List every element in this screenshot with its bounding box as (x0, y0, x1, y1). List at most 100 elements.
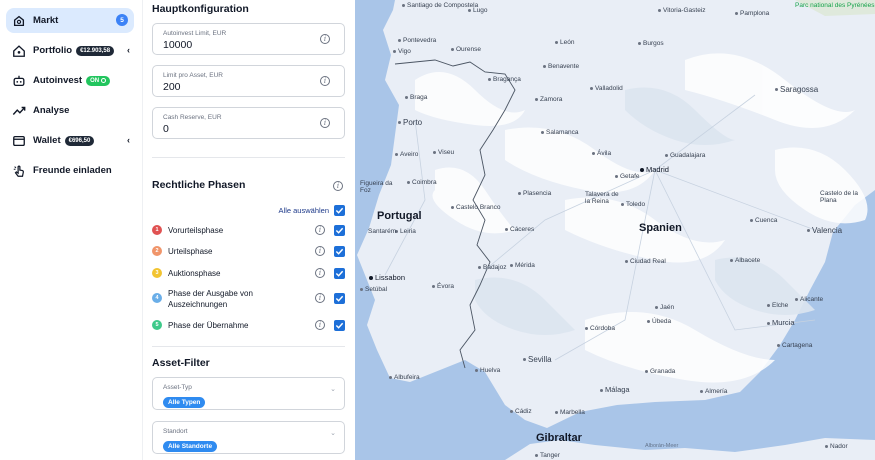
map-label: Santiago de Compostela (402, 2, 478, 9)
chevron-down-icon[interactable]: ⌄ (330, 385, 336, 393)
map-city-label: Gibraltar (536, 432, 582, 444)
nav-item-analyse[interactable]: Analyse (6, 98, 134, 123)
info-icon[interactable]: i (320, 118, 330, 128)
selected-tag[interactable]: Alle Standorte (163, 441, 218, 452)
map-label: Elche (767, 302, 788, 309)
info-icon[interactable]: i (333, 181, 343, 191)
phase-label: Vorurteilsphase (168, 226, 224, 235)
select-all-label[interactable]: Alle auswählen (279, 206, 329, 215)
map-label: Castelo de la Plana (820, 190, 858, 204)
map-label: Badajoz (478, 264, 507, 271)
phase-label: Urteilsphase (168, 247, 213, 256)
selected-tag[interactable]: Alle Typen (163, 397, 206, 408)
map-label: Évora (432, 283, 454, 290)
map-label: Alicante (795, 296, 823, 303)
map-label: Braga (405, 94, 427, 101)
field-value[interactable]: 0 (163, 123, 336, 135)
main-nav: Markt 5 Portfolio €12.903,58 ‹ Autoinves… (0, 0, 142, 460)
map-label: Málaga (600, 385, 630, 394)
phase-number-badge: 4 (152, 293, 162, 303)
map-label: Jaén (655, 304, 674, 311)
asset-type-select[interactable]: Asset-Typ Alle Typen ⌄ (152, 377, 345, 410)
map-label: Almería (700, 388, 727, 395)
phase-checkbox[interactable] (334, 225, 345, 236)
phases-title: Rechtliche Phasen (152, 179, 246, 191)
cash-reserve-field[interactable]: Cash Reserve, EUR 0 i (152, 107, 345, 139)
map-view[interactable]: Parc national des Pyrénées Santiago de C… (355, 0, 875, 460)
autoinvest-status-badge: ON (86, 75, 111, 86)
phase-number-badge: 5 (152, 320, 162, 330)
map-city-label: Lissabon (369, 273, 405, 282)
map-label: Santarém (368, 228, 397, 235)
field-label: Limit pro Asset, EUR (163, 72, 223, 79)
phase-checkbox[interactable] (334, 246, 345, 257)
location-select[interactable]: Standort Alle Standorte ⌄ (152, 421, 345, 454)
phase-number-badge: 1 (152, 225, 162, 235)
phase-number-badge: 2 (152, 246, 162, 256)
limit-per-asset-field[interactable]: Limit pro Asset, EUR 200 i (152, 65, 345, 97)
asset-filter-title: Asset-Filter (152, 357, 210, 369)
field-value[interactable]: 10000 (163, 39, 336, 51)
country-label: Portugal (377, 210, 422, 222)
phase-checkbox[interactable] (334, 268, 345, 279)
map-label: Coimbra (407, 179, 437, 186)
map-label: Bragança (488, 76, 521, 83)
info-icon[interactable]: i (320, 76, 330, 86)
info-icon[interactable]: i (315, 268, 325, 278)
field-label: Autoinvest Limit, EUR (163, 30, 227, 37)
map-label: Castelo Branco (451, 204, 500, 211)
nav-item-freunde-einladen[interactable]: Freunde einladen (6, 158, 134, 183)
map-label: Cuenca (750, 217, 777, 224)
select-label: Standort (163, 428, 188, 435)
info-icon[interactable]: i (320, 34, 330, 44)
nav-item-autoinvest[interactable]: Autoinvest ON (6, 68, 134, 93)
map-label: Viseu (433, 149, 454, 156)
field-value[interactable]: 200 (163, 81, 336, 93)
phase-label: Phase der Ausgabe von Auszeichnungen (168, 289, 253, 309)
phase-label: Auktionsphase (168, 269, 221, 278)
map-label: Úbeda (647, 318, 671, 325)
chevron-left-icon[interactable]: ‹ (127, 45, 130, 55)
select-label: Asset-Typ (163, 384, 192, 391)
divider (152, 346, 345, 347)
map-label: Valencia (807, 226, 842, 235)
map-label: Ciudad Real (625, 258, 666, 265)
select-all-checkbox[interactable] (334, 205, 345, 216)
autoinvest-limit-field[interactable]: Autoinvest Limit, EUR 10000 i (152, 23, 345, 55)
map-label: Ourense (451, 46, 481, 53)
info-icon[interactable]: i (315, 225, 325, 235)
map-label: Marbella (555, 409, 585, 416)
nav-label: Wallet (33, 135, 61, 146)
info-icon[interactable]: i (315, 320, 325, 330)
filter-panel: Hauptkonfiguration Autoinvest Limit, EUR… (142, 0, 355, 460)
map-label: Nador (825, 443, 848, 450)
phase-checkbox[interactable] (334, 320, 345, 331)
map-label: Granada (645, 368, 675, 375)
country-label: Spanien (639, 222, 682, 234)
map-label: Murcia (767, 318, 795, 327)
map-label: Ávila (592, 150, 611, 157)
map-label: Salamanca (541, 129, 579, 136)
wallet-icon (12, 134, 26, 148)
nav-label: Autoinvest (33, 75, 83, 86)
map-label: Aveiro (395, 151, 418, 158)
portfolio-amount-badge: €12.903,58 (76, 45, 115, 56)
nav-item-markt[interactable]: Markt 5 (6, 8, 134, 33)
map-label: Lugo (468, 7, 487, 14)
robot-icon (12, 74, 26, 88)
nav-item-portfolio[interactable]: Portfolio €12.903,58 ‹ (6, 38, 134, 63)
chevron-down-icon[interactable]: ⌄ (330, 429, 336, 437)
home-icon (12, 44, 26, 58)
map-label: Porto (398, 118, 422, 127)
map-label: Plasencia (518, 190, 551, 197)
nav-item-wallet[interactable]: Wallet €696,50 ‹ (6, 128, 134, 153)
map-city-label: Madrid (640, 165, 669, 174)
wallet-amount-badge: €696,50 (64, 135, 95, 146)
map-label: Vitoria-Gasteiz (658, 7, 706, 14)
map-label: Figueira da Foz (360, 180, 393, 194)
sea-label: Alborán-Meer (645, 443, 679, 449)
phase-checkbox[interactable] (334, 293, 345, 304)
info-icon[interactable]: i (315, 246, 325, 256)
info-icon[interactable]: i (315, 293, 325, 303)
chevron-left-icon[interactable]: ‹ (127, 135, 130, 145)
